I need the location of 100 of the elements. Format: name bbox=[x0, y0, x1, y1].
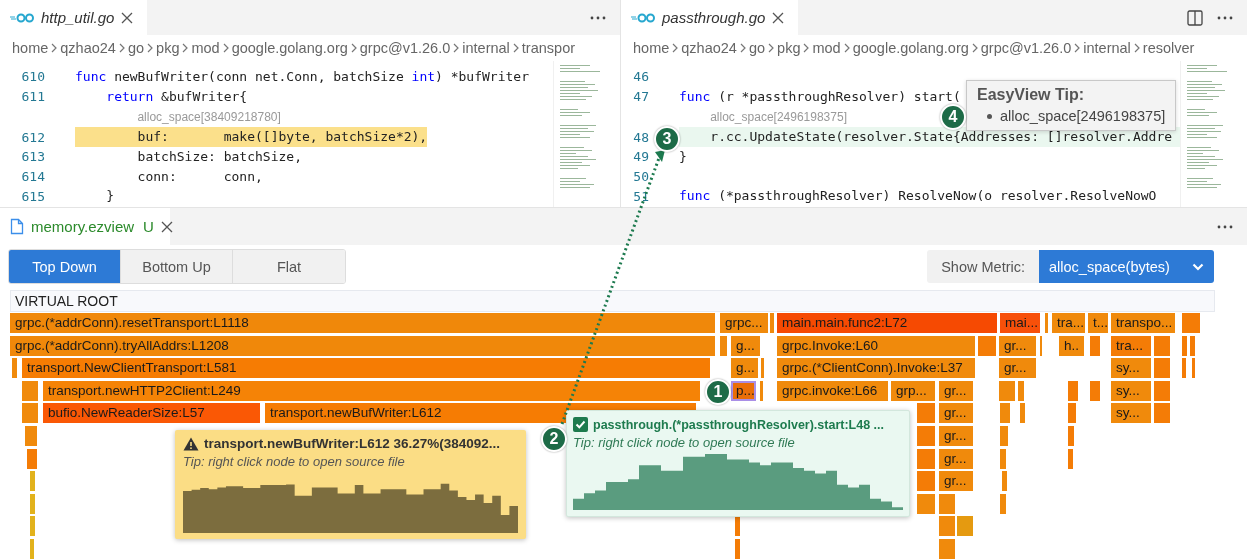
flame-bar[interactable] bbox=[917, 493, 935, 514]
flame-frame[interactable]: grpc.Invoke:L60 bbox=[777, 335, 975, 356]
flame-frame[interactable]: bufio.NewReaderSize:L57 bbox=[43, 403, 260, 424]
flame-bar[interactable] bbox=[939, 516, 955, 537]
more-icon[interactable] bbox=[590, 15, 606, 20]
flame-bar[interactable] bbox=[1154, 380, 1170, 401]
flame-bar[interactable] bbox=[1020, 403, 1025, 424]
flame-frame[interactable]: gr... bbox=[939, 380, 973, 401]
flame-bar[interactable] bbox=[957, 516, 973, 537]
flame-bar[interactable] bbox=[1002, 471, 1007, 492]
flame-bar[interactable] bbox=[917, 403, 935, 424]
flame-frame[interactable]: transport.newHTTP2Client:L249 bbox=[43, 380, 700, 401]
split-editor-icon[interactable] bbox=[1187, 9, 1203, 26]
breadcrumb-item[interactable]: google.golang.org bbox=[231, 40, 348, 56]
flame-frame[interactable]: grpc.(*addrConn).tryAllAddrs:L1208 bbox=[10, 335, 715, 356]
flame-frame[interactable]: gr... bbox=[999, 335, 1036, 356]
flame-frame[interactable]: mai... bbox=[1000, 313, 1040, 333]
flame-bar[interactable] bbox=[1000, 493, 1006, 514]
flame-frame[interactable]: g... bbox=[731, 335, 760, 356]
flame-bar[interactable] bbox=[1000, 448, 1006, 469]
breadcrumb-item[interactable]: pkg bbox=[156, 40, 180, 56]
flame-bar[interactable] bbox=[30, 471, 35, 492]
flame-frame[interactable]: grp... bbox=[891, 380, 935, 401]
flame-frame[interactable]: sy... bbox=[1111, 403, 1151, 424]
flame-frame[interactable]: main.main.func2:L72 bbox=[777, 313, 997, 333]
editor-tab[interactable]: passthrough.go bbox=[621, 0, 799, 35]
flame-bar[interactable] bbox=[1090, 335, 1100, 356]
flame-frame[interactable]: gr... bbox=[939, 403, 973, 424]
flame-frame[interactable]: transpo... bbox=[1111, 313, 1175, 333]
flame-bar[interactable] bbox=[30, 493, 35, 514]
close-icon[interactable] bbox=[772, 11, 785, 24]
flame-frame[interactable]: sy... bbox=[1111, 380, 1151, 401]
flame-frame[interactable]: grpc.invoke:L66 bbox=[777, 380, 888, 401]
breadcrumb-item[interactable]: pkg bbox=[777, 40, 801, 56]
breadcrumb-item[interactable]: google.golang.org bbox=[852, 40, 969, 56]
breadcrumb-item[interactable]: mod bbox=[812, 40, 841, 56]
flame-frame[interactable]: gr... bbox=[939, 426, 973, 446]
more-icon[interactable] bbox=[1217, 224, 1233, 229]
breadcrumb-item[interactable]: qzhao24 bbox=[681, 40, 737, 56]
flame-bar[interactable] bbox=[1018, 380, 1024, 401]
close-icon[interactable] bbox=[160, 220, 173, 233]
view-button[interactable]: Bottom Up bbox=[121, 250, 233, 283]
breadcrumb-item[interactable]: home bbox=[633, 40, 670, 56]
flame-frame[interactable]: p... bbox=[731, 380, 756, 401]
breadcrumb-item[interactable]: go bbox=[748, 40, 766, 56]
flame-bar[interactable] bbox=[720, 335, 727, 356]
flame-frame[interactable]: tra... bbox=[1052, 313, 1085, 333]
flame-bar[interactable] bbox=[1068, 448, 1073, 469]
flame-bar[interactable] bbox=[1000, 403, 1010, 424]
breadcrumb-item[interactable]: resolver bbox=[1142, 40, 1195, 56]
flame-bar[interactable] bbox=[22, 403, 38, 424]
flame-bar[interactable] bbox=[939, 493, 955, 514]
breadcrumb-item[interactable]: transpor bbox=[521, 40, 576, 56]
view-button[interactable]: Top Down bbox=[9, 250, 121, 283]
flame-bar[interactable] bbox=[1068, 403, 1076, 424]
flame-frame[interactable]: grpc.(*addrConn).resetTransport:L1118 bbox=[10, 313, 715, 333]
breadcrumb-item[interactable]: internal bbox=[1083, 40, 1131, 56]
breadcrumb-item[interactable]: grpc@v1.26.0 bbox=[980, 40, 1072, 56]
flame-bar[interactable] bbox=[735, 516, 740, 537]
flame-frame[interactable]: grpc... bbox=[720, 313, 768, 333]
flame-bar[interactable] bbox=[1182, 358, 1186, 379]
more-icon[interactable] bbox=[1217, 15, 1233, 20]
flame-bar[interactable] bbox=[760, 380, 763, 401]
flame-bar[interactable] bbox=[917, 448, 935, 469]
editor-tab[interactable]: memory.ezview U bbox=[0, 208, 170, 245]
flame-frame[interactable]: h.. bbox=[1059, 335, 1084, 356]
flame-frame[interactable]: g... bbox=[731, 358, 758, 379]
flame-bar[interactable] bbox=[1068, 380, 1078, 401]
flame-bar[interactable] bbox=[1154, 403, 1170, 424]
flame-bar[interactable] bbox=[978, 335, 996, 356]
flame-frame[interactable]: tra... bbox=[1111, 335, 1151, 356]
breadcrumb-item[interactable]: internal bbox=[462, 40, 510, 56]
view-button[interactable]: Flat bbox=[233, 250, 345, 283]
flame-root[interactable]: VIRTUAL ROOT bbox=[10, 290, 1215, 312]
flame-frame[interactable]: gr... bbox=[999, 358, 1036, 379]
flame-frame[interactable]: gr... bbox=[939, 448, 973, 469]
flame-frame[interactable]: grpc.(*ClientConn).Invoke:L37 bbox=[777, 358, 975, 379]
flame-bar[interactable] bbox=[1090, 380, 1100, 401]
flame-bar[interactable] bbox=[22, 380, 38, 401]
flame-frame[interactable]: sy... bbox=[1111, 358, 1151, 379]
breadcrumb-item[interactable]: home bbox=[12, 40, 49, 56]
flame-bar[interactable] bbox=[1182, 335, 1187, 356]
flame-frame[interactable]: transport.NewClientTransport:L581 bbox=[22, 358, 710, 379]
flame-bar[interactable] bbox=[1154, 335, 1170, 356]
flame-bar[interactable] bbox=[1154, 358, 1170, 379]
flame-bar[interactable] bbox=[1192, 358, 1195, 379]
flame-bar[interactable] bbox=[12, 358, 17, 379]
flame-bar[interactable] bbox=[27, 448, 37, 469]
flame-bar[interactable] bbox=[999, 380, 1015, 401]
flame-frame[interactable]: gr... bbox=[939, 471, 973, 492]
breadcrumb-item[interactable]: grpc@v1.26.0 bbox=[359, 40, 451, 56]
editor-tab[interactable]: http_util.go bbox=[0, 0, 148, 35]
flame-bar[interactable] bbox=[761, 358, 764, 379]
close-icon[interactable] bbox=[121, 11, 134, 24]
flame-frame[interactable]: t... bbox=[1088, 313, 1108, 333]
flame-bar[interactable] bbox=[1190, 335, 1195, 356]
metric-dropdown[interactable]: alloc_space(bytes) bbox=[1039, 250, 1214, 283]
breadcrumb-item[interactable]: go bbox=[127, 40, 145, 56]
flame-bar[interactable] bbox=[30, 516, 35, 537]
breadcrumb-item[interactable]: mod bbox=[191, 40, 220, 56]
